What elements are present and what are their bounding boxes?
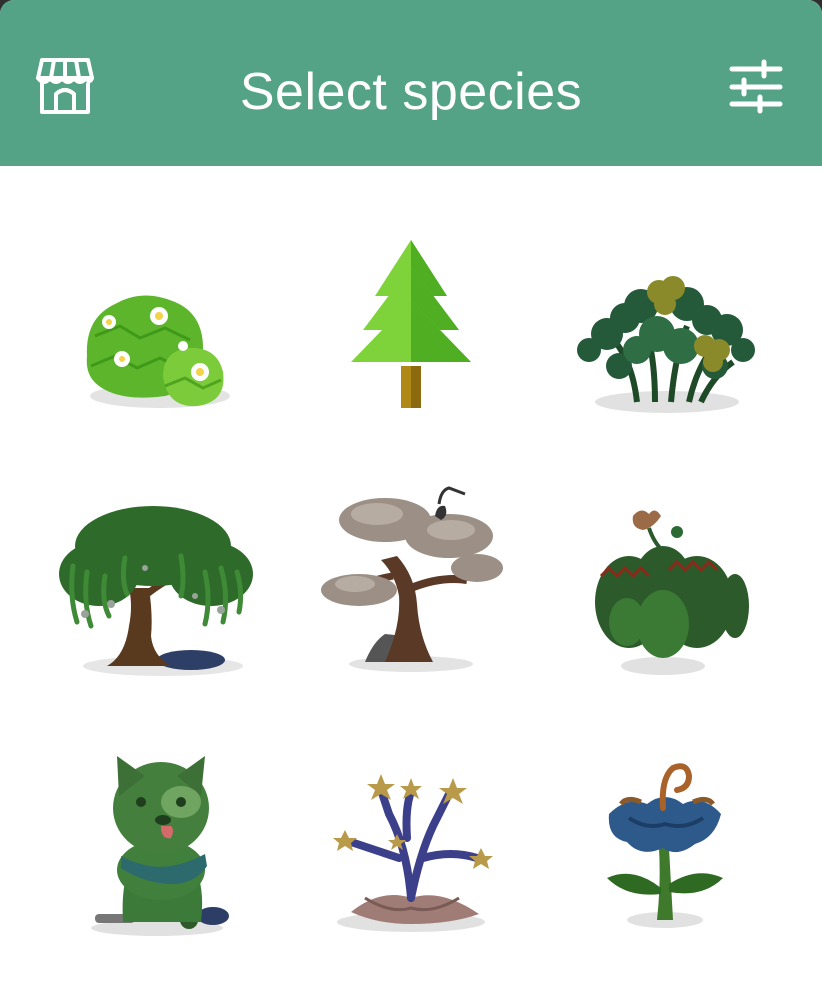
dog-topiary-icon: [91, 756, 229, 936]
filter-button[interactable]: [726, 52, 788, 122]
willow-tree-species[interactable]: [25, 476, 285, 726]
sliders-icon: [729, 59, 783, 114]
species-grid: [0, 166, 822, 988]
pine-tree-icon: [351, 240, 471, 408]
dog-topiary-species[interactable]: [25, 738, 285, 988]
clover-bush-species[interactable]: [537, 226, 797, 476]
species-panel: Select species: [0, 0, 822, 988]
pine-tree-species[interactable]: [281, 226, 541, 476]
bonsai-tree-icon: [321, 486, 503, 672]
carnivorous-plant-icon: [595, 510, 749, 675]
flowering-bush-icon: [86, 295, 230, 408]
clover-bush-icon: [577, 276, 755, 413]
flowering-bush-species[interactable]: [25, 226, 285, 476]
star-coral-icon: [333, 774, 493, 932]
bonsai-crane-tree-species[interactable]: [281, 476, 541, 726]
star-coral-species[interactable]: [281, 738, 541, 988]
willow-tree-icon: [59, 506, 253, 676]
page-title: Select species: [239, 63, 583, 121]
blue-flower-species[interactable]: [537, 738, 797, 988]
carnivorous-plant-species[interactable]: [537, 476, 797, 726]
blue-flower-icon: [607, 763, 723, 928]
header-bar: Select species: [0, 0, 822, 166]
